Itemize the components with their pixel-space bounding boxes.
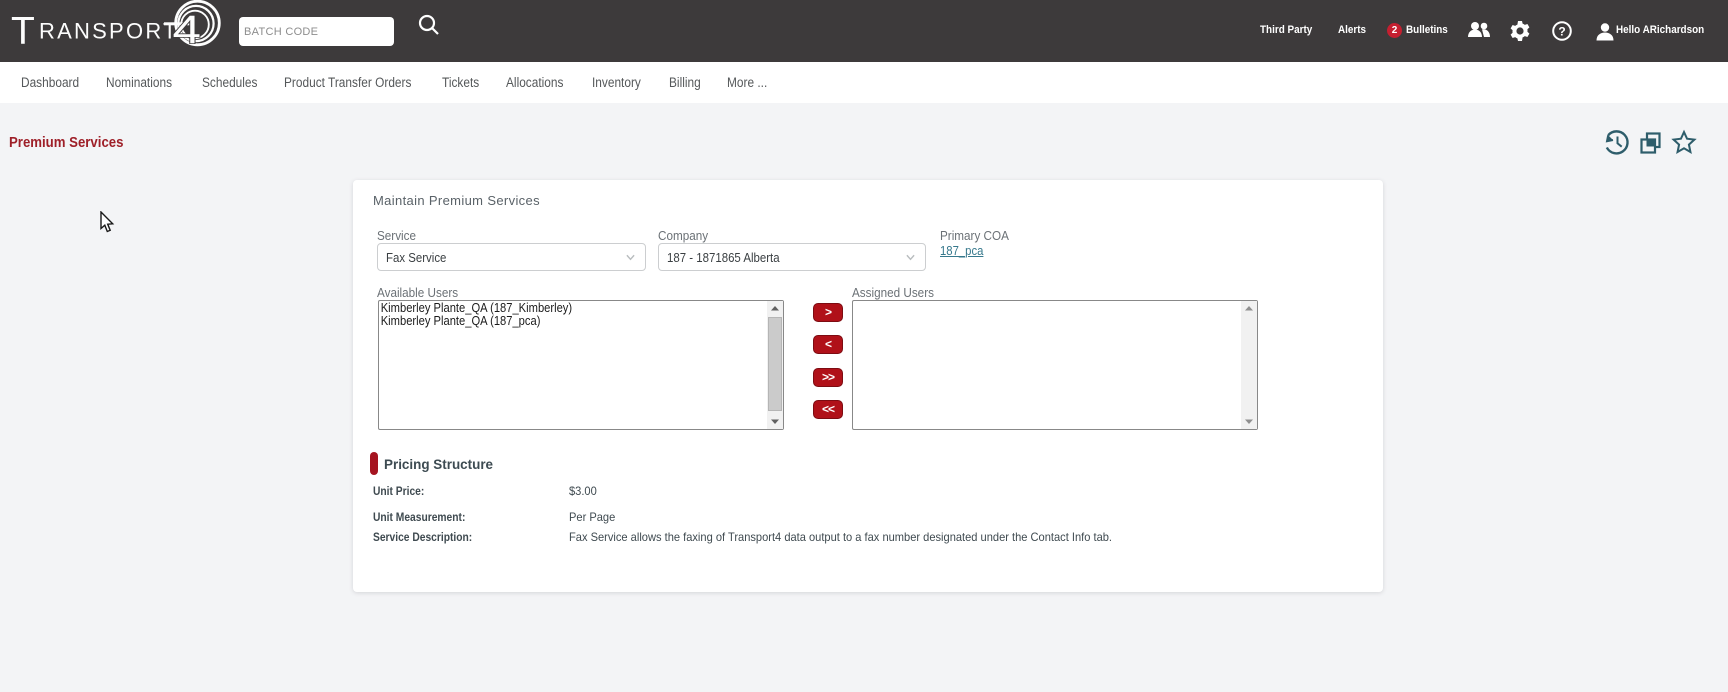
svg-text:4: 4	[173, 6, 201, 51]
svg-text:?: ?	[1558, 25, 1565, 39]
svg-text:RANSPORT: RANSPORT	[39, 19, 178, 44]
svg-text:T: T	[11, 10, 35, 53]
